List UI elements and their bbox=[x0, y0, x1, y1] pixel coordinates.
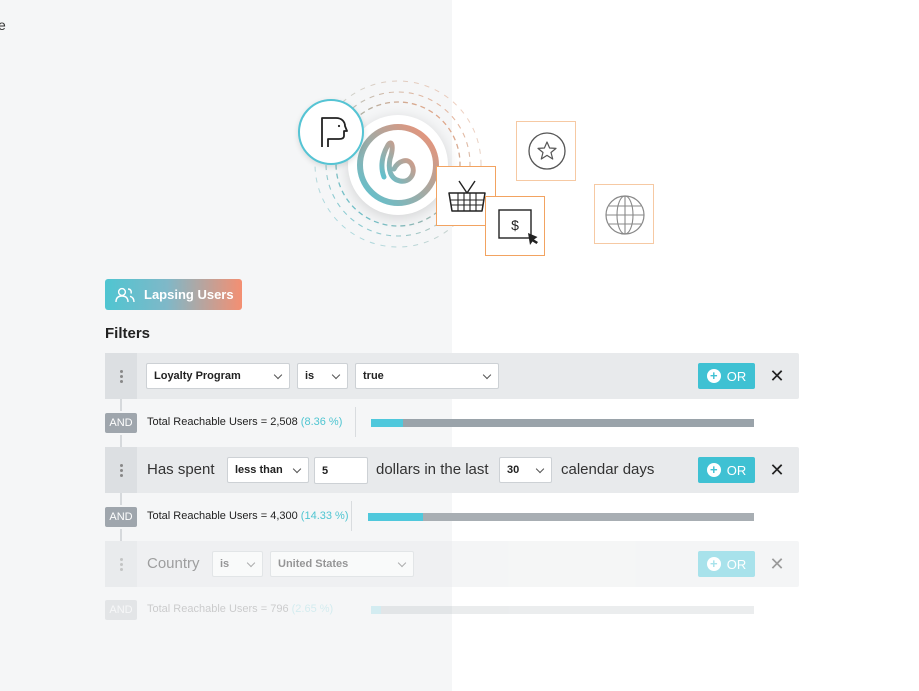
or-button[interactable]: + OR bbox=[698, 551, 755, 577]
filter-row-loyalty: Loyalty Program is true + OR ✕ bbox=[105, 353, 799, 399]
field-select[interactable]: Loyalty Program bbox=[146, 363, 290, 389]
reach-progress-fill bbox=[371, 606, 382, 614]
days-select-value: 30 bbox=[507, 464, 520, 476]
operator-select-value: is bbox=[220, 558, 230, 570]
dashed-rings bbox=[314, 80, 482, 248]
operator-select-value: is bbox=[305, 370, 315, 382]
chevron-down-icon bbox=[273, 370, 283, 380]
divider bbox=[355, 407, 356, 437]
chevron-down-icon bbox=[482, 370, 492, 380]
or-button-label: OR bbox=[726, 556, 747, 572]
reach-progress-bar bbox=[371, 419, 754, 427]
chevron-down-icon bbox=[535, 464, 545, 474]
segment-chip[interactable]: Lapsing Users bbox=[105, 279, 242, 310]
reachable-users-percent: (8.36 %) bbox=[300, 416, 343, 428]
days-select[interactable]: 30 bbox=[499, 457, 552, 483]
divider bbox=[351, 501, 352, 531]
value-select-value: United States bbox=[278, 558, 349, 570]
connector-line bbox=[120, 399, 122, 411]
hero-illustration: $ bbox=[0, 0, 919, 270]
svg-text:$: $ bbox=[511, 217, 519, 233]
connector-line bbox=[120, 529, 122, 541]
reachable-users-count: Total Reachable Users = 796 bbox=[147, 603, 289, 615]
drag-handle-icon[interactable] bbox=[105, 541, 137, 587]
close-icon[interactable]: ✕ bbox=[767, 457, 787, 483]
reach-row: AND Total Reachable Users = 4,300 (14.33… bbox=[105, 501, 799, 531]
connector-line bbox=[120, 435, 122, 447]
operator-select[interactable]: is bbox=[212, 551, 263, 577]
globe-icon bbox=[594, 184, 654, 244]
amount-input[interactable]: 5 bbox=[314, 457, 368, 484]
segment-label: Lapsing Users bbox=[144, 287, 234, 302]
value-select-value: true bbox=[363, 370, 384, 382]
filter-row-spent: Has spent less than 5 dollars in the las… bbox=[105, 447, 799, 493]
and-badge: AND bbox=[105, 600, 137, 620]
reach-progress-fill bbox=[368, 513, 424, 521]
row-text-prefix: Has spent bbox=[147, 461, 215, 478]
p-logo-icon bbox=[298, 99, 364, 165]
row-text-suffix: calendar days bbox=[561, 461, 655, 478]
chevron-down-icon bbox=[397, 558, 407, 568]
drag-handle-icon[interactable] bbox=[105, 447, 137, 493]
reachable-users-text: Total Reachable Users = 4,300 (14.33 %) bbox=[147, 510, 349, 522]
operator-select[interactable]: is bbox=[297, 363, 348, 389]
operator-select[interactable]: less than bbox=[227, 457, 309, 483]
chevron-down-icon bbox=[292, 464, 302, 474]
or-button-label: OR bbox=[726, 462, 747, 478]
connector-line bbox=[120, 493, 122, 505]
reach-progress-bar bbox=[371, 606, 754, 614]
close-icon[interactable]: ✕ bbox=[767, 363, 787, 389]
and-badge: AND bbox=[105, 507, 137, 527]
star-icon bbox=[516, 121, 576, 181]
reach-progress-bar bbox=[368, 513, 754, 521]
row-text-field: Country bbox=[147, 555, 200, 572]
row-text-middle: dollars in the last bbox=[376, 461, 489, 478]
reachable-users-text: Total Reachable Users = 796 (2.65 %) bbox=[147, 603, 333, 615]
operator-select-value: less than bbox=[235, 464, 283, 476]
reach-progress-fill bbox=[371, 419, 404, 427]
value-select[interactable]: United States bbox=[270, 551, 414, 577]
reach-row: AND Total Reachable Users = 796 (2.65 %) bbox=[105, 598, 799, 622]
dollar-cursor-icon: $ bbox=[485, 196, 545, 256]
chevron-down-icon bbox=[246, 558, 256, 568]
or-button[interactable]: + OR bbox=[698, 363, 755, 389]
filter-row-country: Country is United States + OR ✕ bbox=[105, 541, 799, 587]
plus-circle-icon: + bbox=[706, 369, 721, 383]
reachable-users-percent: (14.33 %) bbox=[300, 510, 349, 522]
filters-heading: Filters bbox=[105, 325, 151, 342]
reachable-users-text: Total Reachable Users = 2,508 (8.36 %) bbox=[147, 416, 342, 428]
value-select[interactable]: true bbox=[355, 363, 499, 389]
plus-circle-icon: + bbox=[706, 463, 721, 477]
field-select-value: Loyalty Program bbox=[154, 370, 241, 382]
chevron-down-icon bbox=[331, 370, 341, 380]
drag-handle-icon[interactable] bbox=[105, 353, 137, 399]
plus-circle-icon: + bbox=[706, 557, 721, 571]
and-badge: AND bbox=[105, 413, 137, 433]
reachable-users-percent: (2.65 %) bbox=[291, 603, 334, 615]
or-button-label: OR bbox=[726, 368, 747, 384]
reachable-users-count: Total Reachable Users = 2,508 bbox=[147, 416, 298, 428]
or-button[interactable]: + OR bbox=[698, 457, 755, 483]
close-icon[interactable]: ✕ bbox=[767, 551, 787, 577]
reach-row: AND Total Reachable Users = 2,508 (8.36 … bbox=[105, 407, 799, 437]
users-icon bbox=[115, 287, 135, 302]
reachable-users-count: Total Reachable Users = 4,300 bbox=[147, 510, 298, 522]
